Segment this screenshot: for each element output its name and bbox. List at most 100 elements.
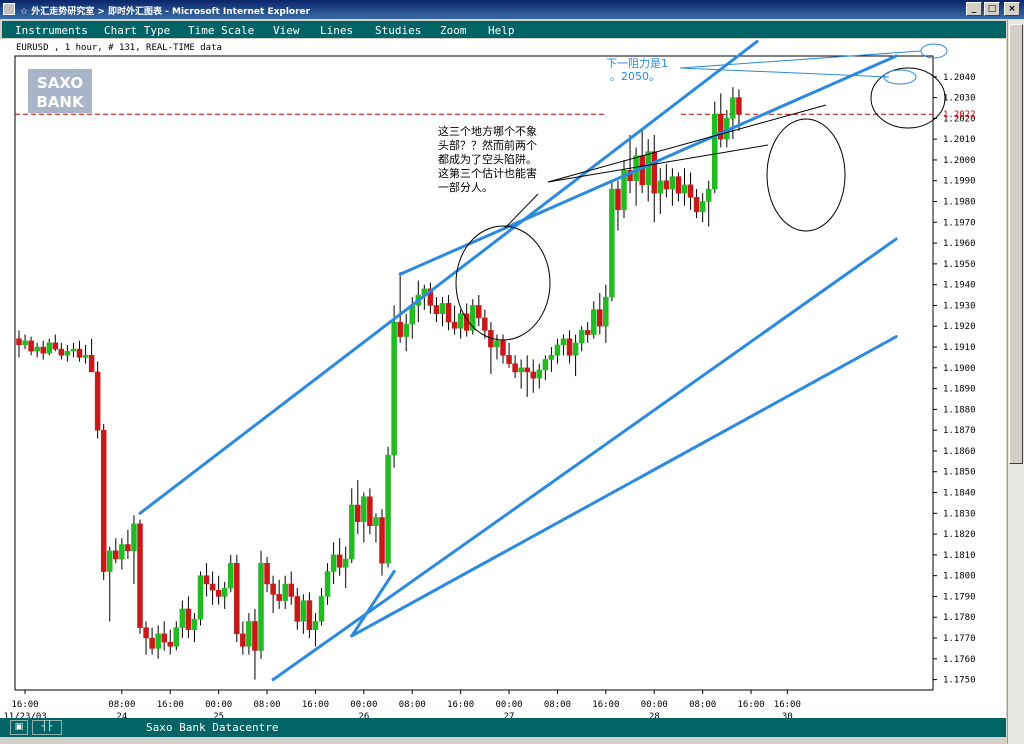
candle-up (246, 621, 252, 647)
scrollbar-thumb[interactable] (1009, 24, 1023, 464)
y-tick-label: 1.1970 (943, 218, 976, 228)
candle-down (28, 340, 34, 352)
vertical-scrollbar[interactable] (1007, 20, 1024, 744)
candle-up (536, 369, 543, 379)
status-text: Saxo Bank Datacentre (146, 721, 279, 734)
menu-bar: Instruments Chart Type Time Scale View L… (0, 19, 1024, 39)
x-tick-time: 16:00 (12, 700, 39, 710)
candle-up (385, 454, 391, 564)
note-tops-line: 这第三个估计也能害 (438, 166, 537, 180)
candle-up (645, 151, 651, 186)
candle-down (687, 184, 694, 198)
y-tick-label: 1.1920 (943, 322, 976, 332)
candle-up (554, 344, 561, 356)
candle-down (149, 637, 155, 649)
candle-up (131, 523, 137, 551)
candle-up (107, 550, 113, 572)
y-tick-label: 1.1880 (943, 405, 976, 415)
candle-down (736, 97, 742, 115)
candle-down (100, 429, 107, 572)
note-tops-line: 都成为了空头陷阱。 (438, 152, 537, 166)
ie-app-icon (3, 3, 15, 15)
candle-down (506, 355, 512, 364)
candle-up (518, 367, 524, 373)
candle-up (699, 201, 706, 213)
x-tick-time: 16:00 (592, 700, 619, 710)
print-icon[interactable]: ▣ (10, 720, 28, 735)
x-tick-time: 08:00 (399, 700, 426, 710)
logo-text-saxo: SAXO (37, 74, 83, 92)
menu-time-scale[interactable]: Time Scale (188, 24, 254, 37)
menu-studies[interactable]: Studies (375, 24, 421, 37)
candle-down (693, 197, 700, 213)
split-icon[interactable]: ┤├ (32, 720, 62, 735)
y-tick-label: 1.1980 (943, 198, 976, 208)
x-tick-time: 08:00 (544, 700, 571, 710)
x-axis: 16:0011/23/0308:002416:00 00:002508:00 16:… (3, 690, 801, 722)
candle-down (234, 562, 240, 635)
candle-down (476, 305, 482, 319)
menu-view[interactable]: View (273, 24, 300, 37)
x-tick-time: 16:00 (302, 700, 329, 710)
minimize-button[interactable]: _ (966, 2, 982, 16)
candle-down (270, 583, 276, 595)
note-tops-line: 这三个地方哪个不象 (438, 124, 537, 138)
window-title: ☆ 外汇走势研究室 > 即时外汇图表 - Microsoft Internet … (20, 7, 311, 17)
candle-up (300, 600, 307, 622)
candle-up (572, 342, 579, 356)
menu-band: Instruments Chart Type Time Scale View L… (2, 21, 1006, 38)
candle-up (457, 313, 464, 329)
candle-down (482, 317, 488, 331)
x-tick-time: 00:00 (350, 700, 377, 710)
candle-up (330, 554, 337, 572)
candle-up (609, 188, 615, 298)
y-tick-label: 1.2010 (943, 135, 976, 145)
menu-zoom[interactable]: Zoom (440, 24, 467, 37)
candle-down (530, 371, 536, 379)
x-tick-time: 00:00 (205, 700, 232, 710)
y-tick-label: 1.1830 (943, 509, 976, 519)
candle-down (94, 371, 101, 431)
candle-up (64, 350, 71, 356)
x-tick-time: 00:00 (496, 700, 523, 710)
candle-down (215, 589, 222, 597)
candle-down (379, 517, 385, 564)
close-button[interactable]: × (1004, 2, 1020, 16)
candle-up (560, 338, 567, 346)
menu-instruments[interactable]: Instruments (15, 24, 88, 37)
y-tick-label: 1.1870 (943, 426, 976, 436)
maximize-button[interactable]: □ (984, 2, 1000, 16)
candle-up (494, 340, 500, 348)
menu-lines[interactable]: Lines (320, 24, 353, 37)
candle-up (155, 633, 161, 649)
candle-down (16, 338, 22, 346)
y-tick-label: 1.1840 (943, 489, 976, 499)
candle-down (445, 303, 452, 323)
menu-help[interactable]: Help (488, 24, 515, 37)
candle-down (185, 608, 192, 630)
menu-chart-type[interactable]: Chart Type (104, 24, 170, 37)
candle-up (46, 342, 52, 354)
window-bottom-edge (0, 737, 1006, 744)
y-tick-label: 1.1800 (943, 572, 976, 582)
y-tick-label: 1.2000 (943, 156, 976, 166)
candle-up (179, 608, 186, 628)
candle-up (657, 180, 664, 194)
candle-down (367, 496, 373, 527)
candlestick-chart[interactable]: EURUSD , 1 hour, # 131, REAL-TIME data S… (0, 39, 1006, 722)
candle-down (294, 596, 301, 622)
y-tick-label: 1.1770 (943, 634, 976, 644)
candle-down (500, 340, 506, 356)
candle-up (173, 627, 180, 647)
y-tick-label: 1.1860 (943, 447, 976, 457)
y-tick-label: 1.1940 (943, 281, 976, 291)
candle-up (312, 621, 319, 630)
y-tick-label: 1.1960 (943, 239, 976, 249)
y-tick-label: 1.1760 (943, 655, 976, 665)
candle-down (524, 367, 530, 373)
candle-up (669, 176, 676, 190)
last-price-label: 1.2022 (943, 110, 976, 120)
candle-up (119, 544, 125, 560)
candle-down (161, 633, 167, 643)
candle-down (88, 355, 95, 373)
